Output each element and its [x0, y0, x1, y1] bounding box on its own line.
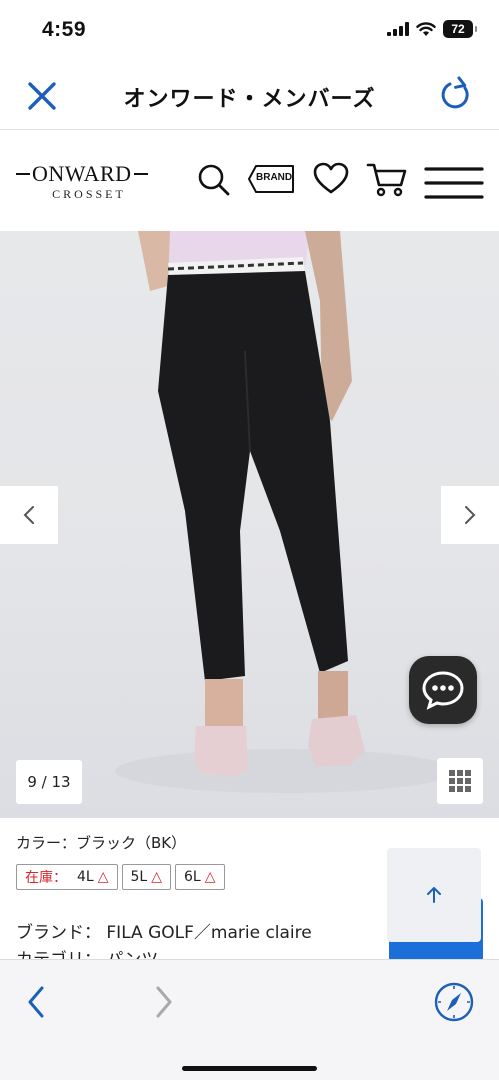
thumbnail-grid-button[interactable] — [437, 758, 483, 804]
stock-mark: △ — [204, 869, 216, 885]
back-button[interactable] — [14, 980, 58, 1024]
status-time: 4:59 — [42, 18, 87, 41]
chevron-left-icon — [23, 506, 34, 524]
site-header: ONWARD CROSSET BRAND — [0, 131, 499, 231]
image-counter: 9 / 13 — [16, 760, 82, 804]
onward-crosset-logo[interactable]: ONWARD CROSSET — [14, 161, 162, 205]
heart-icon[interactable] — [312, 159, 350, 199]
color-label: カラー：ブラック（BK） — [16, 834, 187, 852]
menu-icon[interactable] — [424, 163, 484, 203]
brand-label: BRAND — [256, 172, 293, 183]
home-indicator — [182, 1066, 317, 1071]
size-label: 4L — [77, 869, 94, 885]
forward-button[interactable] — [142, 980, 186, 1024]
chat-button[interactable] — [409, 656, 477, 724]
signal-icon — [387, 22, 409, 36]
chat-bubble-icon — [422, 671, 464, 710]
browser-toolbar — [0, 959, 499, 1080]
status-bar: 4:59 72 — [0, 0, 499, 62]
grid-icon — [449, 770, 471, 792]
next-image-button[interactable] — [441, 486, 499, 544]
page-title: オンワード・メンバーズ — [123, 87, 376, 112]
reload-icon — [441, 76, 469, 109]
size-chip-6l[interactable]: 6L △ — [175, 864, 225, 890]
logo-main-text: ONWARD — [32, 161, 132, 186]
product-photo — [115, 231, 455, 793]
size-chip-5l[interactable]: 5L △ — [121, 864, 171, 890]
chevron-right-icon — [465, 506, 476, 524]
stock-label: 在庫： — [25, 870, 67, 886]
size-label: 6L — [184, 869, 201, 885]
chevron-right-icon — [156, 986, 172, 1018]
prev-image-button[interactable] — [0, 486, 58, 544]
brand-button[interactable]: BRAND — [247, 164, 295, 194]
size-chip-4l[interactable]: 在庫： 4L △ — [16, 864, 118, 890]
logo-sub-text: CROSSET — [52, 187, 126, 201]
product-image-gallery[interactable]: 9 / 13 — [0, 231, 499, 818]
wifi-icon — [416, 21, 436, 36]
stock-mark: △ — [97, 869, 109, 885]
battery-indicator: 72 — [443, 20, 477, 38]
status-icons: 72 — [387, 20, 477, 38]
chevron-left-icon — [28, 986, 44, 1018]
reload-button[interactable] — [435, 74, 477, 116]
browser-nav-bar: オンワード・メンバーズ — [0, 62, 499, 130]
cart-icon[interactable] — [366, 159, 408, 199]
scroll-to-top-button[interactable] — [387, 848, 481, 942]
stock-mark: △ — [151, 869, 162, 885]
size-label: 5L — [130, 869, 148, 885]
stock-size-row: 在庫： 4L △ 5L △ 6L △ — [16, 864, 225, 890]
compass-icon — [434, 982, 474, 1022]
search-icon[interactable] — [196, 159, 232, 199]
safari-button[interactable] — [432, 980, 476, 1024]
arrow-up-icon — [427, 887, 441, 903]
brand-line: ブランド： FILA GOLF／marie claire — [16, 923, 312, 943]
